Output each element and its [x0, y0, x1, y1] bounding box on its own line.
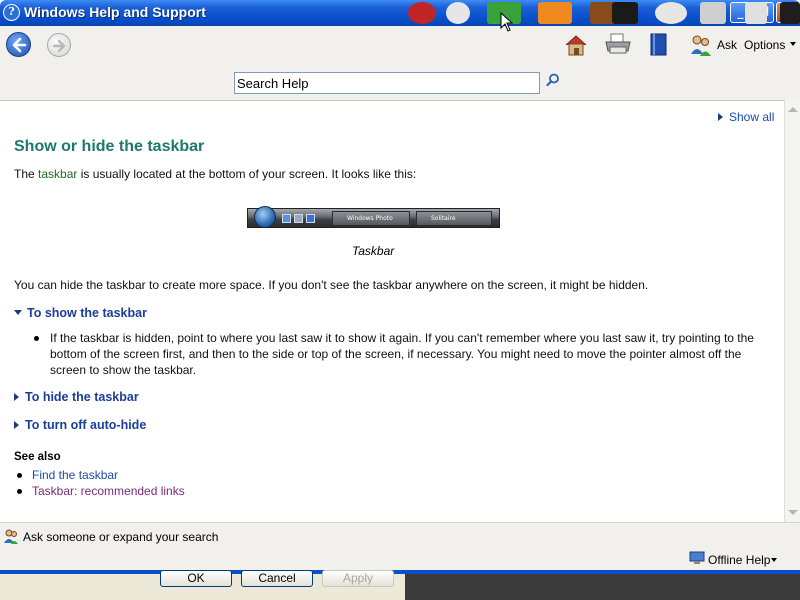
see-also-link[interactable]: Taskbar: recommended links — [32, 484, 185, 498]
taskbar-image: Windows Photo Gall... Solitaire — [247, 206, 500, 235]
taskbar-task: Windows Photo Gall... — [332, 211, 410, 235]
chevron-down-icon[interactable] — [771, 558, 777, 562]
expand-icon — [14, 393, 19, 401]
options-menu[interactable]: Options — [744, 38, 785, 52]
home-icon[interactable] — [563, 32, 589, 58]
bottom-bar: Ask someone or expand your search Offlin… — [0, 522, 800, 570]
browse-help-icon[interactable] — [648, 32, 670, 58]
desktop-icon — [745, 2, 767, 24]
printer-icon[interactable] — [604, 32, 632, 56]
expand-icon — [718, 113, 723, 121]
see-also-heading: See also — [14, 451, 61, 463]
back-button[interactable] — [6, 32, 31, 57]
desktop-icon — [446, 2, 470, 24]
window-title: Windows Help and Support — [24, 4, 206, 20]
taskbar-term-link[interactable]: taskbar — [38, 167, 77, 181]
expand-icon — [14, 421, 19, 429]
chevron-down-icon[interactable] — [790, 42, 796, 46]
ask-someone-link[interactable]: Ask someone or expand your search — [23, 530, 218, 544]
ask-label[interactable]: Ask — [717, 38, 737, 52]
vertical-scrollbar[interactable] — [784, 100, 800, 522]
desktop-icon — [655, 2, 687, 24]
search-input[interactable]: Search Help — [234, 72, 540, 94]
show-all-label: Show all — [729, 110, 775, 124]
section-label: To hide the taskbar — [25, 390, 139, 404]
section-label: To turn off auto-hide — [25, 418, 147, 432]
section-hide-taskbar[interactable]: To hide the taskbar — [14, 390, 139, 404]
intro-text: The taskbar is usually located at the bo… — [14, 167, 416, 181]
forward-arrow-icon — [52, 39, 66, 53]
section-show-taskbar[interactable]: To show the taskbar — [14, 306, 147, 320]
section-label: To show the taskbar — [27, 306, 147, 320]
apply-button: Apply — [322, 570, 394, 587]
section-auto-hide[interactable]: To turn off auto-hide — [14, 418, 146, 432]
page-title: Show or hide the taskbar — [14, 138, 205, 155]
mouse-cursor-icon — [500, 12, 514, 32]
quicklaunch-icon — [306, 214, 315, 223]
bullet-dot — [17, 489, 22, 494]
offline-help-menu[interactable]: Offline Help — [708, 553, 770, 567]
taskbar-task: Solitaire — [416, 211, 492, 226]
desktop-icon — [780, 2, 800, 24]
intro-post: is usually located at the bottom of your… — [77, 167, 417, 181]
background-desktop — [405, 574, 800, 600]
section-bullet-text: If the taskbar is hidden, point to where… — [50, 331, 754, 377]
desktop-icon — [408, 2, 436, 24]
body-paragraph: You can hide the taskbar to create more … — [14, 278, 649, 292]
bullet-dot — [17, 473, 22, 478]
image-caption: Taskbar — [352, 244, 395, 258]
ask-someone-icon[interactable] — [3, 528, 19, 544]
ok-button[interactable]: OK — [160, 570, 232, 587]
bullet-dot — [34, 336, 39, 341]
see-also-link[interactable]: Find the taskbar — [32, 468, 118, 482]
collapse-icon — [14, 310, 22, 315]
intro-pre: The — [14, 167, 39, 181]
toolbar: Ask Options Search Help — [0, 26, 800, 100]
ask-icon[interactable] — [688, 32, 714, 58]
help-content: Show all Show or hide the taskbar The ta… — [0, 100, 784, 522]
desktop-icon — [612, 2, 638, 24]
forward-button[interactable] — [47, 33, 71, 57]
search-icon[interactable] — [546, 73, 560, 87]
scroll-down-icon[interactable] — [788, 510, 798, 515]
back-arrow-icon — [12, 37, 27, 53]
desktop-icon — [700, 2, 726, 24]
quicklaunch-icon — [282, 214, 291, 223]
offline-help-icon[interactable] — [689, 551, 705, 565]
start-orb-icon — [254, 206, 276, 228]
help-icon: ? — [3, 4, 20, 21]
desktop-icon — [538, 2, 572, 24]
scroll-up-icon[interactable] — [788, 107, 798, 112]
quicklaunch-icon — [294, 214, 303, 223]
cancel-button[interactable]: Cancel — [241, 570, 313, 587]
show-all-link[interactable]: Show all — [718, 110, 774, 124]
